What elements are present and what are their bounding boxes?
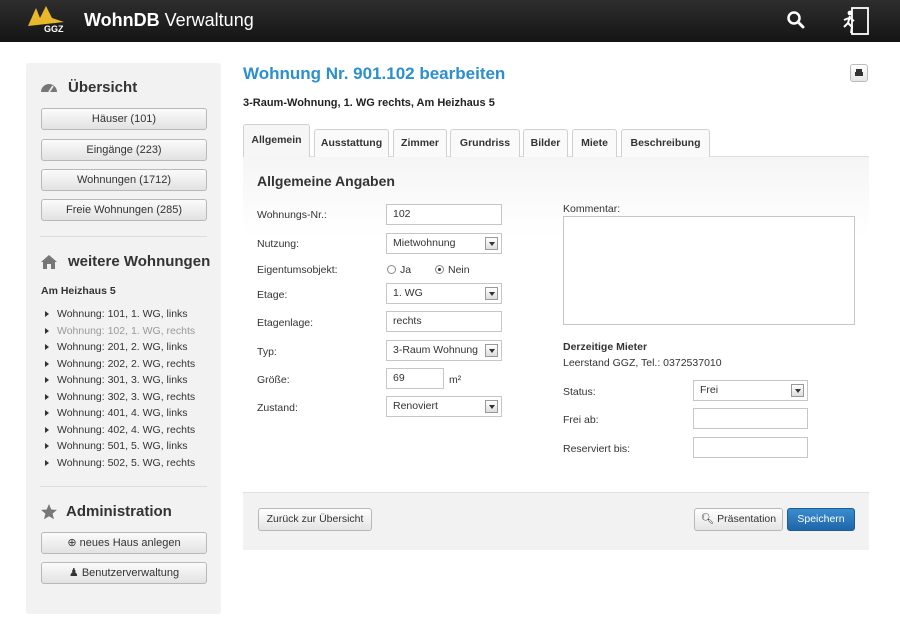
exit-icon[interactable] <box>840 7 870 35</box>
plus-circle-icon: ⊕ <box>67 537 77 549</box>
nutzung-select[interactable]: Mietwohnung <box>386 233 502 254</box>
print-icon <box>855 69 863 76</box>
page-title: Wohnung Nr. 901.102 bearbeiten <box>243 64 506 83</box>
home-icon <box>40 253 58 271</box>
tab-allgemein[interactable]: Allgemein <box>243 124 310 158</box>
typ-select[interactable]: 3-Raum Wohnung <box>386 340 502 361</box>
dashboard-icon <box>40 79 58 97</box>
list-item[interactable]: Wohnung: 302, 3. WG, rechts <box>43 389 195 406</box>
nutzung-label: Nutzung: <box>257 238 300 250</box>
section-title: Allgemeine Angaben <box>257 173 395 189</box>
eigentum-ja-label: Ja <box>400 264 412 276</box>
chevron-down-icon <box>485 237 498 250</box>
divider <box>40 486 207 487</box>
top-navbar: GGZ WohnDB Verwaltung <box>0 0 900 42</box>
groesse-unit: m² <box>449 374 462 386</box>
eigentum-label: Eigentumsobjekt: <box>257 264 338 276</box>
chevron-down-icon <box>485 400 498 413</box>
nr-input[interactable]: 102 <box>386 204 502 225</box>
chevron-down-icon <box>485 344 498 357</box>
status-select[interactable]: Frei <box>693 380 808 401</box>
free-apartments-button[interactable]: Freie Wohnungen (285) <box>41 199 207 221</box>
list-item[interactable]: Wohnung: 501, 5. WG, links <box>43 438 195 455</box>
houses-button[interactable]: Häuser (101) <box>41 108 207 130</box>
tab-miete[interactable]: Miete <box>572 129 617 157</box>
nr-label: Wohnungs-Nr.: <box>257 209 327 221</box>
frei-ab-input[interactable] <box>693 408 808 429</box>
apartments-button[interactable]: Wohnungen (1712) <box>41 169 207 191</box>
list-item[interactable]: Wohnung: 102, 1. WG, rechts <box>43 323 195 340</box>
app-title[interactable]: WohnDB Verwaltung <box>84 10 254 31</box>
status-label: Status: <box>563 386 596 398</box>
kommentar-textarea[interactable] <box>563 216 855 325</box>
eigentum-nein-label: Nein <box>448 264 470 276</box>
tab-ausstattung[interactable]: Ausstattung <box>314 129 389 157</box>
etage-label: Etage: <box>257 289 288 301</box>
etagenlage-label: Etagenlage: <box>257 317 314 329</box>
divider <box>40 236 207 237</box>
tab-bilder[interactable]: Bilder <box>523 129 568 157</box>
zustand-select[interactable]: Renoviert <box>386 396 502 417</box>
new-house-button[interactable]: ⊕ neues Haus anlegen <box>41 532 207 554</box>
etage-select[interactable]: 1. WG <box>386 283 502 304</box>
user-admin-button[interactable]: ♟ Benutzerverwaltung <box>41 562 207 584</box>
tab-zimmer[interactable]: Zimmer <box>393 129 447 157</box>
back-button[interactable]: Zurück zur Übersicht <box>258 508 372 531</box>
chevron-down-icon <box>485 287 498 300</box>
sidebar: Übersicht Häuser (101) Eingänge (223) Wo… <box>26 63 221 614</box>
search-icon[interactable] <box>786 10 806 30</box>
reserviert-label: Reserviert bis: <box>563 443 631 455</box>
mieter-title: Derzeitige Mieter <box>563 341 648 353</box>
star-icon <box>40 503 58 521</box>
save-button[interactable]: Speichern <box>787 508 855 531</box>
eigentum-ja-radio[interactable] <box>387 265 396 274</box>
apartment-list: Wohnung: 101, 1. WG, links Wohnung: 102,… <box>43 306 195 471</box>
typ-label: Typ: <box>257 346 277 358</box>
etagenlage-input[interactable]: rechts <box>386 311 502 332</box>
zustand-label: Zustand: <box>257 402 298 414</box>
list-item[interactable]: Wohnung: 301, 3. WG, links <box>43 372 195 389</box>
list-item[interactable]: Wohnung: 401, 4. WG, links <box>43 405 195 422</box>
list-item[interactable]: Wohnung: 201, 2. WG, links <box>43 339 195 356</box>
street-label: Am Heizhaus 5 <box>41 285 116 297</box>
list-item[interactable]: Wohnung: 402, 4. WG, rechts <box>43 422 195 439</box>
list-item[interactable]: Wohnung: 502, 5. WG, rechts <box>43 455 195 472</box>
logo-text: GGZ <box>44 24 64 34</box>
list-item[interactable]: Wohnung: 202, 2. WG, rechts <box>43 356 195 373</box>
tab-beschreibung[interactable]: Beschreibung <box>621 129 710 157</box>
eigentum-nein-radio[interactable] <box>435 265 444 274</box>
chevron-down-icon <box>791 384 804 397</box>
groesse-label: Größe: <box>257 374 290 386</box>
tab-bar: Allgemein Ausstattung Zimmer Grundriss B… <box>243 124 869 158</box>
tab-grundriss[interactable]: Grundriss <box>450 129 520 157</box>
presentation-button[interactable]: 🔍︎ Präsentation <box>694 508 783 531</box>
entrances-button[interactable]: Eingänge (223) <box>41 139 207 161</box>
print-button[interactable] <box>850 64 868 82</box>
search-icon: 🔍︎ <box>700 513 715 525</box>
reserviert-input[interactable] <box>693 437 808 458</box>
mieter-value: Leerstand GGZ, Tel.: 0372537010 <box>563 357 722 369</box>
page-subtitle: 3-Raum-Wohnung, 1. WG rechts, Am Heizhau… <box>243 97 495 109</box>
user-icon: ♟ <box>68 567 79 579</box>
list-item[interactable]: Wohnung: 101, 1. WG, links <box>43 306 195 323</box>
kommentar-label: Kommentar: <box>563 203 621 215</box>
frei-ab-label: Frei ab: <box>563 414 599 426</box>
groesse-input[interactable]: 69 <box>386 368 444 389</box>
